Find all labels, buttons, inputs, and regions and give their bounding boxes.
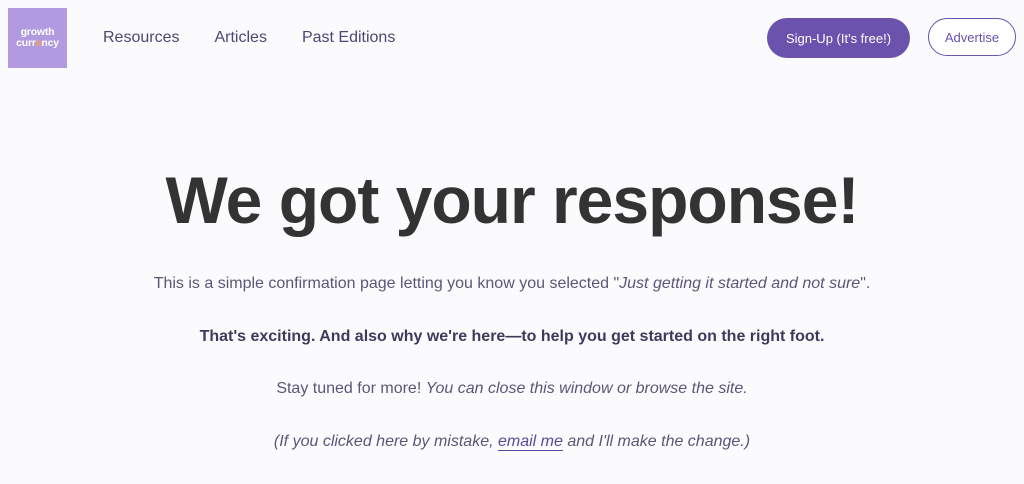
selection-prefix: This is a simple confirmation page letti…: [153, 275, 620, 292]
main-nav: Resources Articles Past Editions: [103, 26, 430, 50]
confirmation-content: We got your response! This is a simple c…: [0, 160, 1024, 451]
close-window-hint: You can close this window or browse the …: [425, 380, 748, 397]
site-header: growth currency Resources Articles Past …: [0, 0, 1024, 76]
excitement-text: That's exciting. And also why we're here…: [199, 328, 825, 345]
page-title: We got your response!: [165, 163, 860, 237]
stay-tuned-text: Stay tuned for more! You can close this …: [0, 378, 1024, 400]
mistake-prefix: (If you clicked here by mistake,: [273, 433, 498, 450]
mistake-text: (If you clicked here by mistake, email m…: [0, 431, 1024, 453]
advertise-button[interactable]: Advertise: [928, 18, 1016, 56]
logo-line-2: currency: [16, 38, 59, 49]
logo-line-2-b: ncy: [41, 37, 59, 49]
logo-line-2-a: curr: [16, 37, 36, 49]
email-me-link[interactable]: email me: [498, 433, 563, 451]
signup-button[interactable]: Sign-Up (It's free!): [767, 18, 910, 58]
nav-item-past-editions[interactable]: Past Editions: [302, 26, 395, 50]
stay-tuned-prefix: Stay tuned for more!: [276, 380, 426, 397]
mistake-suffix: and I'll make the change.): [562, 433, 751, 450]
growth-currency-logo[interactable]: growth currency: [8, 8, 67, 68]
selection-confirmation-text: This is a simple confirmation page letti…: [0, 273, 1024, 295]
nav-item-resources[interactable]: Resources: [103, 26, 179, 50]
nav-item-articles[interactable]: Articles: [214, 26, 266, 50]
selected-option: Just getting it started and not sure: [619, 275, 861, 292]
selection-suffix: ".: [860, 275, 871, 292]
